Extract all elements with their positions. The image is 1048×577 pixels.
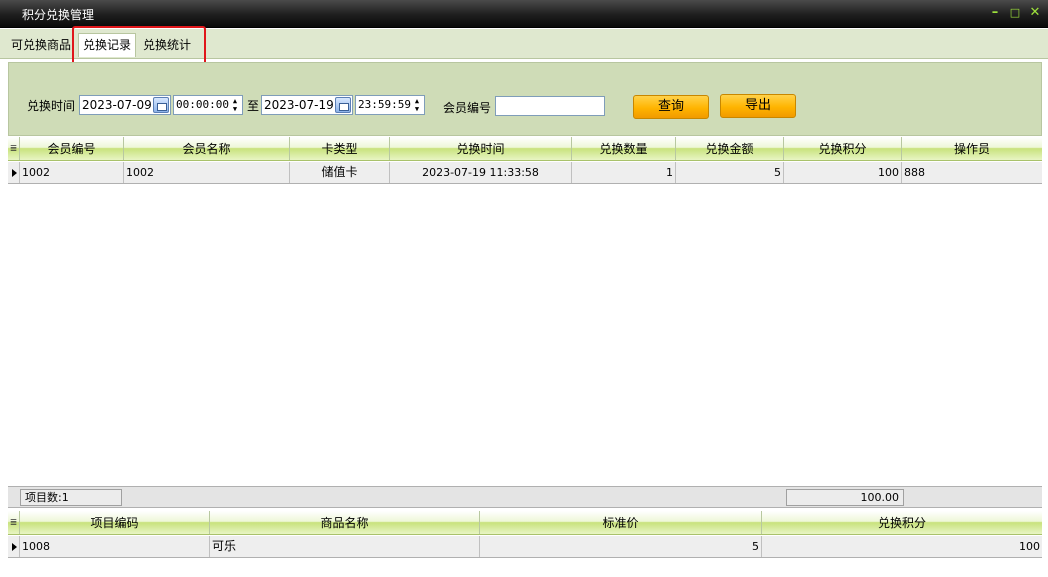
spinner-icon[interactable]: ▲ ▼ [230,97,240,113]
cell-amount: 5 [676,162,784,183]
tab-redemption-records[interactable]: 兑换记录 [78,33,137,57]
col-redeem-time[interactable]: 兑换时间 [390,137,572,160]
cell-redeem-time: 2023-07-19 11:33:58 [390,162,572,183]
end-date-input[interactable]: 2023-07-19 [261,95,353,115]
details-header: ≣ 项目编码 商品名称 标准价 兑换积分 [8,511,1042,535]
cell-card-type: 储值卡 [290,162,390,183]
close-icon[interactable]: ✕ [1028,5,1042,21]
start-time-input[interactable]: 00:00:00 ▲ ▼ [173,95,243,115]
cell-detail-points: 100 [1019,540,1040,553]
start-time-value: 00:00:00 [176,98,229,111]
member-id-input[interactable] [495,96,605,116]
tab-redeemable-goods[interactable]: 可兑换商品 [11,34,71,56]
row-indicator-icon [8,536,20,557]
details-grid: ≣ 项目编码 商品名称 标准价 兑换积分 1008 可乐 5 100 [8,511,1042,571]
row-indicator-icon [8,162,20,183]
window-title: 积分兑换管理 [22,8,95,22]
col-standard-price[interactable]: 标准价 [480,511,762,534]
total-points: 100.00 [786,489,904,506]
col-member-name[interactable]: 会员名称 [124,137,290,160]
summary-bar: 项目数:1 100.00 [8,486,1042,508]
col-quantity[interactable]: 兑换数量 [572,137,676,160]
cell-member-id: 1002 [20,162,124,183]
cell-operator: 888 [904,166,925,179]
col-points[interactable]: 兑换积分 [784,137,902,160]
calendar-icon[interactable] [335,97,351,113]
member-label: 会员编号 [443,101,492,115]
cell-member-name: 1002 [124,162,290,183]
records-header: ≣ 会员编号 会员名称 卡类型 兑换时间 兑换数量 兑换金额 兑换积分 操作员 [8,137,1042,161]
to-label: 至 [247,99,260,113]
time-label: 兑换时间 [27,99,76,113]
end-date-value: 2023-07-19 [264,98,334,112]
table-row[interactable]: 1008 可乐 5 100 [8,536,1042,558]
cell-goods-name: 可乐 [210,536,480,557]
start-date-input[interactable]: 2023-07-09 [79,95,171,115]
spinner-icon[interactable]: ▲ ▼ [412,97,422,113]
cell-quantity: 1 [572,162,676,183]
col-goods-name[interactable]: 商品名称 [210,511,480,534]
item-count: 项目数:1 [20,489,122,506]
col-operator[interactable]: 操作员 [902,137,1042,160]
column-chooser-icon[interactable]: ≣ [8,137,20,160]
minimize-icon[interactable]: – [988,5,1002,21]
cell-standard-price: 5 [480,536,762,557]
title-bar: 积分兑换管理 – □ ✕ [0,0,1048,28]
col-amount[interactable]: 兑换金额 [676,137,784,160]
end-time-value: 23:59:59 [358,98,411,111]
calendar-icon[interactable] [153,97,169,113]
cell-item-code: 1008 [20,536,210,557]
end-time-input[interactable]: 23:59:59 ▲ ▼ [355,95,425,115]
query-button[interactable]: 查询 [633,95,709,119]
records-grid: ≣ 会员编号 会员名称 卡类型 兑换时间 兑换数量 兑换金额 兑换积分 操作员 … [8,137,1042,485]
col-detail-points[interactable]: 兑换积分 [762,511,1042,534]
start-date-value: 2023-07-09 [82,98,152,112]
filter-panel: 兑换时间 2023-07-09 00:00:00 ▲ ▼ 至 2023-07-19… [8,62,1042,136]
cell-points: 100 [784,162,902,183]
table-row[interactable]: 1002 1002 储值卡 2023-07-19 11:33:58 1 5 10… [8,162,1042,184]
col-item-code[interactable]: 项目编码 [20,511,210,534]
col-member-id[interactable]: 会员编号 [20,137,124,160]
col-card-type[interactable]: 卡类型 [290,137,390,160]
column-chooser-icon[interactable]: ≣ [8,511,20,534]
export-button[interactable]: 导出 [720,94,796,118]
tab-redemption-stats[interactable]: 兑换统计 [143,34,191,56]
maximize-icon[interactable]: □ [1008,5,1022,21]
tab-bar: 可兑换商品 兑换记录 兑换统计 [0,29,1048,59]
